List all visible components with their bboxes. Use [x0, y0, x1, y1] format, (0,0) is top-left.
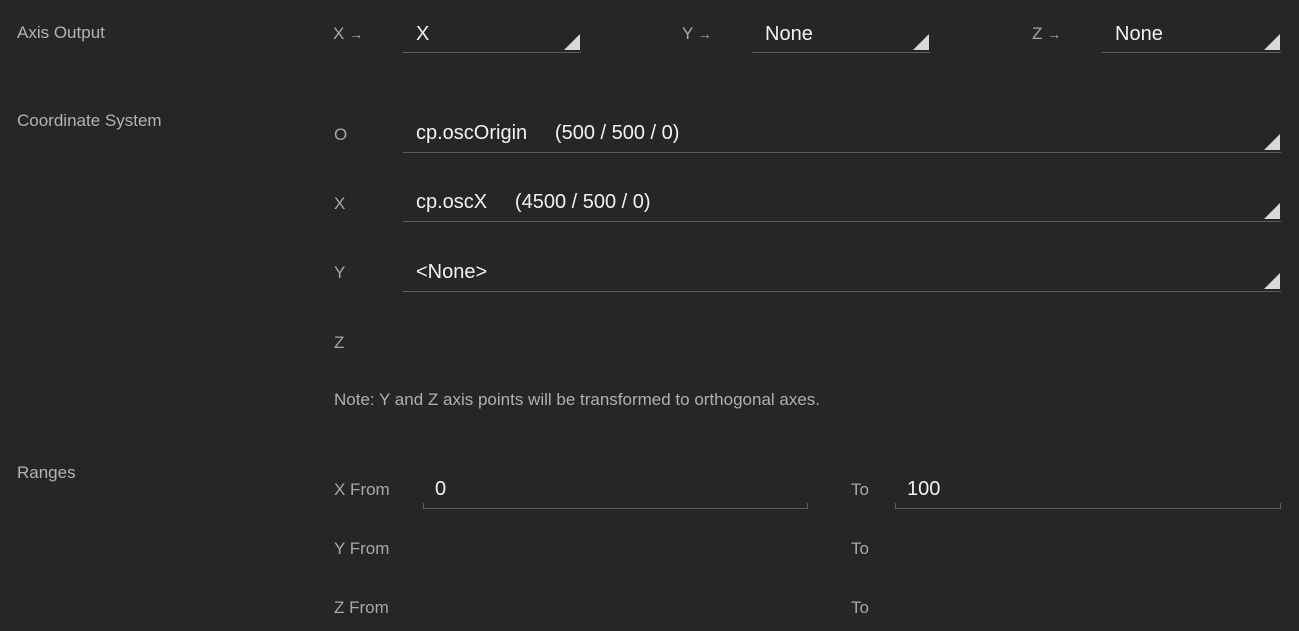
arrow-right-icon: → — [1047, 26, 1062, 42]
x-from-label: X From — [334, 480, 390, 499]
z-to-label: To — [851, 598, 869, 617]
axis-y-output-select[interactable]: None — [752, 20, 930, 53]
y-to-label: To — [851, 539, 869, 558]
orthogonal-axes-note: Note: Y and Z axis points will be transf… — [334, 390, 821, 409]
y-from-label: Y From — [334, 539, 390, 558]
arrow-right-icon: → — [697, 26, 712, 42]
dropdown-triangle-icon — [564, 34, 580, 50]
cs-x-value: cp.oscX (4500 / 500 / 0) — [416, 191, 651, 213]
cs-origin-value: cp.oscOrigin (500 / 500 / 0) — [416, 122, 680, 144]
x-from-value: 0 — [435, 478, 447, 500]
cs-x-select[interactable]: cp.oscX (4500 / 500 / 0) — [403, 188, 1281, 222]
x-to-input[interactable]: 100 — [895, 475, 1281, 509]
axis-output-label: Axis Output — [17, 23, 105, 42]
cs-y-select[interactable]: <None> — [403, 258, 1281, 292]
coordinate-system-label: Coordinate System — [17, 111, 162, 130]
cs-origin-label: O — [334, 125, 348, 144]
cs-origin-select[interactable]: cp.oscOrigin (500 / 500 / 0) — [403, 119, 1281, 153]
axis-x-output-value: X — [416, 23, 430, 45]
axis-y-output-value: None — [765, 23, 813, 45]
dropdown-triangle-icon — [1264, 203, 1280, 219]
axis-z-output-select[interactable]: None — [1102, 20, 1281, 53]
cs-x-label: X — [334, 194, 346, 213]
cs-y-value: <None> — [416, 261, 488, 283]
axis-x-output-select[interactable]: X — [403, 20, 581, 53]
axis-z-output-label: Z → — [1032, 24, 1062, 43]
x-to-label: To — [851, 480, 869, 499]
dropdown-triangle-icon — [1264, 273, 1280, 289]
axis-x-output-label: X → — [333, 24, 364, 43]
x-from-input[interactable]: 0 — [423, 475, 808, 509]
dropdown-triangle-icon — [913, 34, 929, 50]
ranges-label: Ranges — [17, 463, 76, 482]
z-from-label: Z From — [334, 598, 389, 617]
dropdown-triangle-icon — [1264, 34, 1280, 50]
axis-z-output-value: None — [1115, 23, 1163, 45]
dropdown-triangle-icon — [1264, 134, 1280, 150]
arrow-right-icon: → — [349, 26, 364, 42]
axis-y-output-label: Y → — [682, 24, 712, 43]
cs-z-label: Z — [334, 333, 345, 352]
cs-y-label: Y — [334, 263, 346, 282]
x-to-value: 100 — [907, 478, 941, 500]
